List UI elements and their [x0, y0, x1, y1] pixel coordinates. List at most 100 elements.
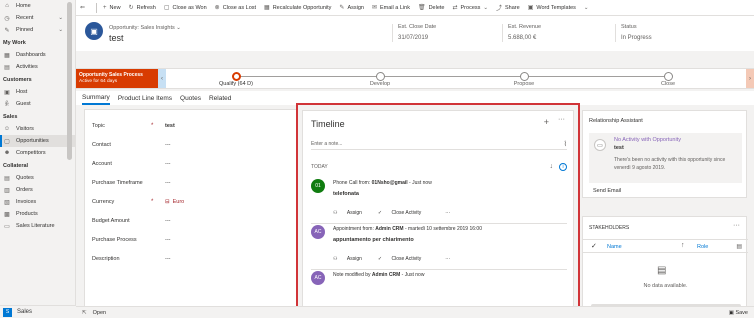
refresh-button[interactable]: ↻ Refresh	[129, 4, 156, 12]
sidebar-item-pinned[interactable]: ✎ Pinned ⌄	[0, 24, 75, 36]
assign-button[interactable]: ✎ Assign	[339, 4, 364, 12]
activity-owner[interactable]: Admin CRM	[372, 272, 400, 278]
tab-related[interactable]: Related	[209, 91, 231, 105]
activity-header: Note modified by Admin CRM - Just now	[333, 272, 424, 278]
more-icon[interactable]: ···	[733, 222, 740, 229]
send-email-button[interactable]: Send Email	[593, 188, 621, 194]
process-label[interactable]: Opportunity Sales Process Active for 64 …	[76, 69, 158, 88]
command-label: Recalculate Opportunity	[272, 4, 332, 11]
more-button[interactable]: ···	[437, 210, 458, 216]
more-button[interactable]: ···	[437, 256, 458, 262]
field-value: ---	[165, 161, 171, 167]
sidebar-item-competitors[interactable]: ☻ Competitors	[0, 147, 75, 159]
field-value-text: Euro	[172, 198, 185, 205]
field-topic[interactable]: Topic * test	[85, 116, 296, 135]
close-as-won-button[interactable]: ▢ Close as Won	[164, 4, 207, 12]
sidebar-item-guest[interactable]: ꆜ Guest	[0, 98, 75, 110]
note-input[interactable]: Enter a note... ⌇	[311, 138, 567, 150]
close-as-lost-button[interactable]: ⊗ Close as Lost	[215, 4, 256, 12]
open-in-window-icon[interactable]: ⇱	[82, 310, 87, 316]
save-button[interactable]: ▣ Save	[729, 310, 748, 316]
delete-button[interactable]: 🗑 Delete	[418, 4, 445, 12]
name-column-header[interactable]: Name	[607, 244, 622, 250]
stage-next-button[interactable]: ›	[746, 69, 754, 88]
tab-product-line-items[interactable]: Product Line Items	[118, 91, 172, 105]
field-budget-amount[interactable]: Budget Amount ---	[85, 211, 296, 230]
field-label: Purchase Timeframe	[92, 179, 143, 186]
sidebar-item-label: Host	[16, 89, 28, 95]
assistant-card[interactable]: ▭ No Activity with Opportunity test Ther…	[589, 133, 742, 183]
stage-prev-button[interactable]: ‹	[158, 69, 166, 88]
stage-name: Close	[660, 81, 676, 87]
field-account[interactable]: Account ---	[85, 154, 296, 173]
sort-icon[interactable]: ↓	[550, 163, 554, 170]
role-column-header[interactable]: Role	[697, 244, 708, 250]
form-selector[interactable]: Opportunity: Sales Insights ⌄	[109, 25, 181, 31]
activity-subject[interactable]: appuntamento per chiarimento	[333, 237, 414, 243]
close-activity-button[interactable]: ✓ Close Activity	[378, 210, 429, 216]
sidebar-item-dashboards[interactable]: ▦ Dashboards	[0, 49, 75, 61]
activity-owner[interactable]: Admin CRM	[375, 226, 403, 232]
field-value: ---	[165, 237, 171, 243]
sidebar-item-home[interactable]: ⌂ Home	[0, 0, 75, 12]
chevron-down-icon[interactable]: ⌄	[58, 27, 63, 33]
sidebar-item-visitors[interactable]: ☺ Visitors	[0, 123, 75, 135]
recalculate-opportunity-button[interactable]: ▦ Recalculate Opportunity	[264, 4, 332, 12]
process-button[interactable]: ⇄ Process ⌄	[452, 4, 488, 12]
assign-button[interactable]: ⚇ Assign	[333, 210, 370, 216]
email-a-link-button[interactable]: ✉ Email a Link	[372, 4, 410, 12]
activities-icon: ▤	[4, 64, 10, 71]
sidebar-item-orders[interactable]: ▥ Orders	[0, 184, 75, 196]
sidebar-item-recent[interactable]: ◷ Recent ⌄	[0, 12, 75, 24]
sidebar-group-title: Collateral	[3, 162, 29, 169]
field-purchase-process[interactable]: Purchase Process ---	[85, 230, 296, 249]
sidebar-item-sales-literature[interactable]: ▭ Sales Literature	[0, 220, 75, 232]
required-indicator: *	[151, 198, 154, 205]
stakeholders-title: STAKEHOLDERS	[589, 225, 630, 231]
word-templates-button[interactable]: ▣ Word Templates	[528, 4, 576, 12]
back-button[interactable]: ⇐	[80, 4, 88, 11]
info-icon[interactable]: i	[559, 163, 567, 171]
share-button[interactable]: ⤴ Share	[496, 3, 520, 13]
stage-close[interactable]: Close	[628, 69, 708, 87]
field-label: Currency	[92, 198, 115, 205]
sidebar-item-host[interactable]: ▣ Host	[0, 86, 75, 98]
sidebar-item-invoices[interactable]: ▧ Invoices	[0, 196, 75, 208]
field-currency[interactable]: Currency * ⊟ Euro	[85, 192, 296, 211]
stage-develop[interactable]: Develop	[340, 69, 420, 87]
tab-summary[interactable]: Summary	[82, 91, 110, 105]
timeline-panel: Timeline + ··· Enter a note... ⌇ TODAY ↓…	[302, 110, 574, 312]
chevron-down-icon[interactable]: ⌄	[58, 15, 63, 21]
sidebar-scrollbar[interactable]	[67, 2, 72, 160]
activity-owner[interactable]: 01Nsho@gmail	[372, 180, 408, 186]
products-icon: ▩	[4, 211, 10, 218]
select-all-checkbox[interactable]: ✓	[591, 242, 597, 250]
stage-qualify[interactable]: Qualify (64 D)	[196, 69, 276, 87]
grid-settings-icon[interactable]: ▤	[736, 243, 742, 250]
field-purchase-timeframe[interactable]: Purchase Timeframe ---	[85, 173, 296, 192]
field-contact[interactable]: Contact ---	[85, 135, 296, 154]
area-switcher[interactable]: S Sales	[0, 305, 76, 318]
stage-propose[interactable]: Propose	[484, 69, 564, 87]
add-icon[interactable]: +	[544, 117, 549, 127]
sidebar-item-quotes[interactable]: ▤ Quotes	[0, 172, 75, 184]
action-label: ···	[445, 256, 451, 262]
assign-button[interactable]: ⚇ Assign	[333, 256, 370, 262]
close-activity-button[interactable]: ✓ Close Activity	[378, 256, 429, 262]
tab-quotes[interactable]: Quotes	[180, 91, 201, 105]
more-icon[interactable]: ···	[558, 116, 565, 123]
sidebar-item-opportunities[interactable]: ▢ Opportunities	[0, 135, 75, 147]
close-date-value: 31/07/2019	[398, 35, 429, 41]
attach-icon[interactable]: ⌇	[564, 140, 567, 148]
open-label[interactable]: Open	[93, 310, 106, 316]
word-templates-chevron-icon[interactable]: ⌄	[584, 5, 589, 11]
sidebar-item-products[interactable]: ▩ Products	[0, 208, 75, 220]
sort-up-icon[interactable]: ↑	[681, 242, 685, 249]
field-value: ---	[165, 142, 171, 148]
activity-subject[interactable]: telefonata	[333, 191, 359, 197]
new-button[interactable]: + New	[103, 5, 121, 11]
field-description[interactable]: Description ---	[85, 249, 296, 268]
field-value-text: ---	[165, 141, 171, 148]
process-chevron-icon[interactable]: ⌄	[483, 5, 488, 11]
sidebar-item-activities[interactable]: ▤ Activities	[0, 61, 75, 73]
